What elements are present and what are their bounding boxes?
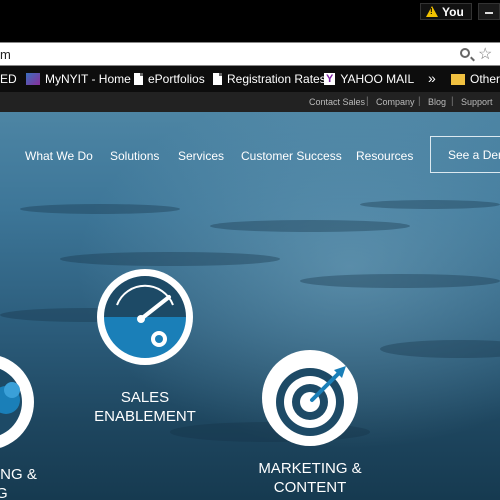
speedometer-icon bbox=[102, 274, 188, 360]
bookmark-ed[interactable]: ED bbox=[0, 72, 17, 86]
wave-texture bbox=[60, 252, 280, 266]
bookmark-yahoo-mail[interactable]: Y YAHOO MAIL bbox=[324, 72, 414, 86]
bookmark-other[interactable]: Other bbox=[451, 72, 500, 86]
sales-enablement-label[interactable]: SALES ENABLEMENT bbox=[85, 388, 205, 426]
bookmark-mynyit[interactable]: MyNYIT - Home bbox=[26, 72, 131, 86]
profile-button[interactable]: You bbox=[420, 3, 472, 20]
see-demo-label: See a Demo bbox=[448, 147, 500, 162]
nav-services[interactable]: Services bbox=[178, 149, 224, 163]
search-icon[interactable] bbox=[460, 48, 470, 58]
contact-sales-link[interactable]: Contact Sales bbox=[309, 97, 365, 107]
nav-what-we-do[interactable]: What We Do bbox=[25, 149, 93, 163]
nav-solutions[interactable]: Solutions bbox=[110, 149, 159, 163]
mynyit-icon bbox=[26, 73, 40, 85]
nav-resources[interactable]: Resources bbox=[356, 149, 413, 163]
wave-texture bbox=[380, 340, 500, 358]
utility-separator: | bbox=[366, 96, 369, 107]
wave-texture bbox=[360, 200, 500, 209]
star-icon[interactable]: ☆ bbox=[478, 44, 492, 64]
bookmarks-bar: ED MyNYIT - Home ePortfolios Registratio… bbox=[0, 66, 500, 92]
marketing-line2: CONTENT bbox=[273, 479, 347, 496]
bookmarks-overflow-button[interactable]: » bbox=[428, 70, 436, 86]
company-link[interactable]: Company bbox=[376, 97, 415, 107]
wave-texture bbox=[300, 274, 500, 288]
left-feature-icon[interactable] bbox=[0, 354, 34, 450]
bookmark-label: YAHOO MAIL bbox=[340, 72, 415, 86]
bookmark-label: ED bbox=[0, 72, 17, 86]
marketing-content-label[interactable]: MARKETING & CONTENT bbox=[240, 459, 380, 497]
page-icon bbox=[134, 73, 143, 85]
bookmark-label: Registration Rates bbox=[227, 72, 326, 86]
nav-customer-success[interactable]: Customer Success bbox=[241, 149, 342, 163]
target-icon bbox=[276, 366, 346, 436]
utility-nav: Contact Sales | Company | Blog | Support bbox=[0, 92, 500, 112]
address-bar[interactable]: m ☆ bbox=[0, 42, 500, 66]
wave-texture bbox=[210, 220, 410, 232]
warning-icon bbox=[426, 6, 438, 17]
marketing-line1: MARKETING & bbox=[258, 460, 362, 477]
minimize-button[interactable] bbox=[478, 3, 500, 20]
profile-button-label: You bbox=[442, 4, 464, 19]
hero-section: What We Do Solutions Services Customer S… bbox=[0, 112, 500, 500]
bookmark-eportfolios[interactable]: ePortfolios bbox=[134, 72, 205, 86]
wave-texture bbox=[20, 204, 180, 214]
website-viewport: Contact Sales | Company | Blog | Support… bbox=[0, 92, 500, 500]
left-line2: G bbox=[0, 485, 8, 500]
address-text: m bbox=[0, 47, 11, 62]
sales-enablement-icon[interactable] bbox=[97, 269, 193, 365]
bookmark-label: ePortfolios bbox=[148, 72, 205, 86]
folder-icon bbox=[451, 73, 465, 85]
see-demo-button[interactable]: See a Demo bbox=[430, 136, 500, 173]
bookmark-registration-rates[interactable]: Registration Rates bbox=[213, 72, 326, 86]
marketing-content-icon[interactable] bbox=[262, 350, 358, 446]
blog-link[interactable]: Blog bbox=[428, 97, 446, 107]
left-line1: ING & bbox=[0, 466, 37, 483]
utility-separator: | bbox=[451, 96, 454, 107]
sales-line1: SALES bbox=[120, 389, 170, 406]
sales-line2: ENABLEMENT bbox=[94, 408, 196, 425]
bookmark-label: Other bbox=[470, 72, 500, 86]
page-icon bbox=[213, 73, 222, 85]
utility-separator: | bbox=[418, 96, 421, 107]
yahoo-icon: Y bbox=[324, 73, 336, 85]
support-link[interactable]: Support bbox=[461, 97, 493, 107]
cloud-icon bbox=[0, 368, 22, 436]
left-feature-label[interactable]: ING & G bbox=[0, 465, 56, 500]
bookmark-label: MyNYIT - Home bbox=[45, 72, 131, 86]
browser-titlebar: You bbox=[0, 0, 500, 38]
